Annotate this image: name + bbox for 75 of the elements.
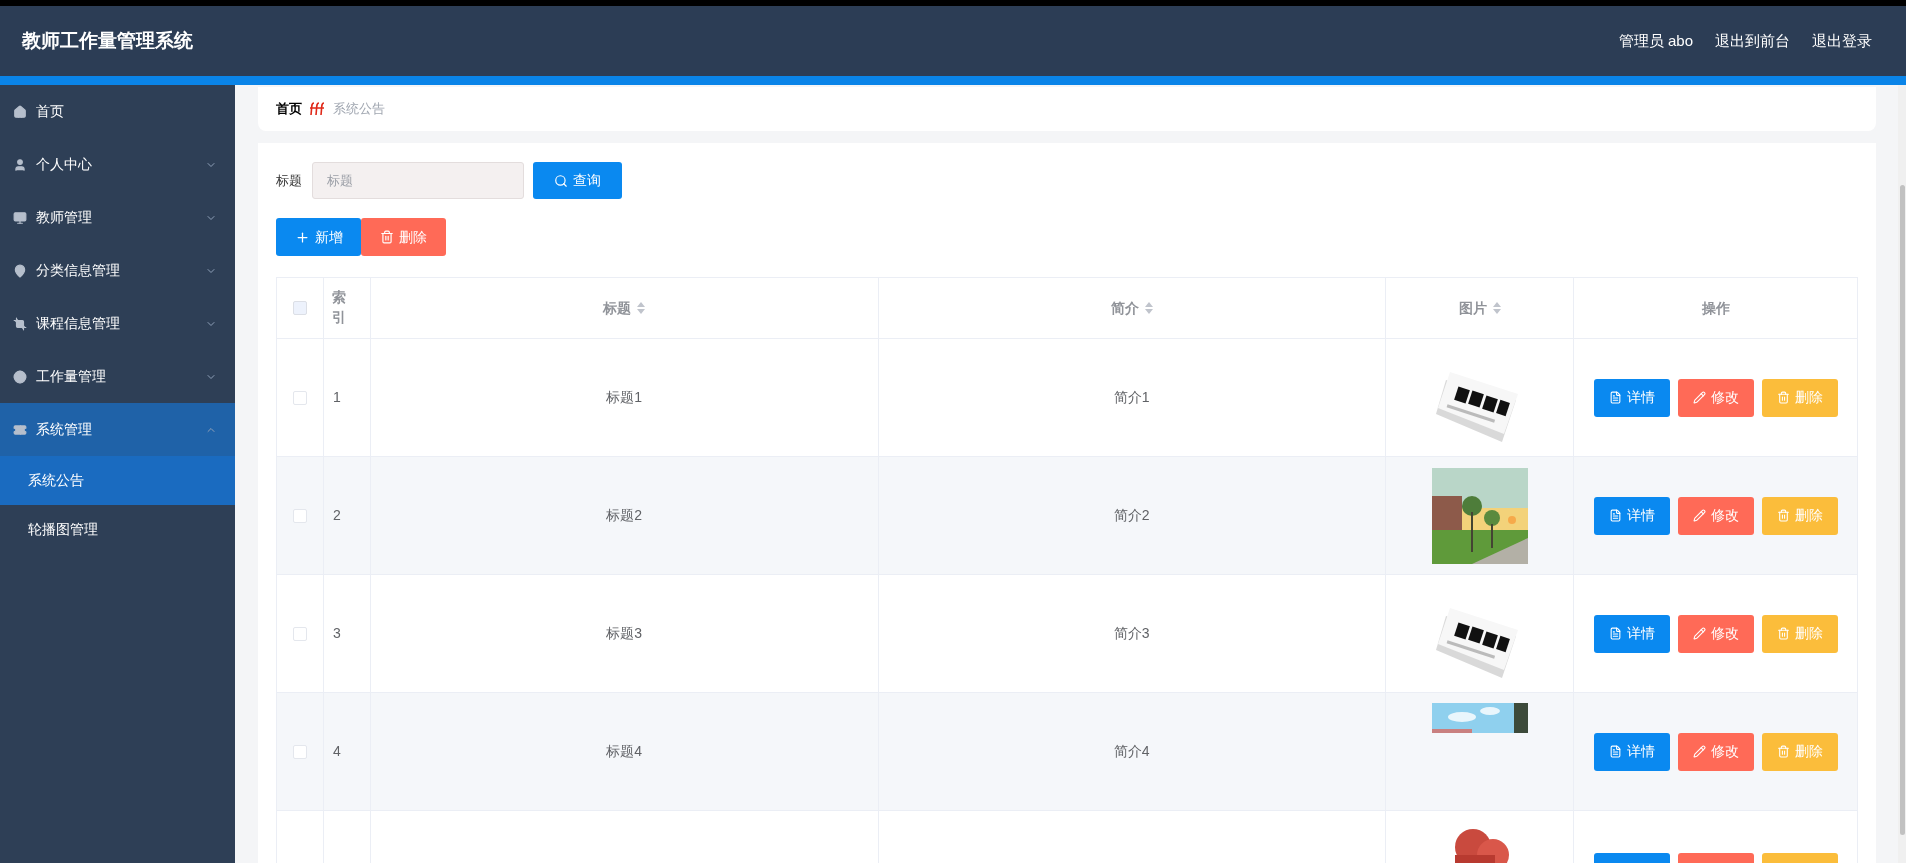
index-cell-text: 4 — [333, 742, 341, 761]
column-header: 操作 — [1701, 298, 1730, 318]
home-icon — [13, 104, 27, 119]
details-button[interactable]: 详情 — [1593, 732, 1670, 771]
trash-icon — [1776, 509, 1790, 522]
document-icon — [1608, 509, 1622, 522]
sidebar-subitem[interactable]: 轮播图管理 — [0, 505, 235, 554]
details-button[interactable]: 详情 — [1593, 378, 1670, 417]
app-title: 教师工作量管理系统 — [22, 28, 193, 53]
intro-cell-text: 简介4 — [1113, 742, 1150, 761]
index-cell-text: 2 — [333, 506, 341, 525]
title-cell-text: 标题2 — [606, 506, 643, 525]
pencil-icon — [1692, 509, 1706, 522]
sidebar-subitem[interactable]: 系统公告 — [0, 456, 235, 505]
header-link[interactable]: 管理员 abo — [1618, 29, 1693, 53]
intro-cell-text: 简介1 — [1113, 388, 1150, 407]
sidebar-item[interactable]: 首页 — [0, 85, 235, 138]
plus-icon — [294, 229, 310, 245]
sidebar-item[interactable]: 教师管理 — [0, 191, 235, 244]
breadcrumb-current: 系统公告 — [333, 100, 385, 119]
pencil-icon — [1692, 391, 1706, 404]
search-label: 标题 — [276, 171, 302, 190]
row-checkbox[interactable] — [293, 508, 307, 523]
sort-icon — [637, 302, 646, 314]
header-link[interactable]: 退出登录 — [1812, 29, 1872, 53]
edit-button[interactable]: 修改 — [1677, 614, 1754, 653]
header-link[interactable]: 退出到前台 — [1715, 29, 1790, 53]
edit-button[interactable]: 修改 — [1677, 378, 1754, 417]
trash-icon — [1776, 391, 1790, 404]
intro-cell-text: 简介3 — [1113, 624, 1150, 643]
pencil-icon — [1692, 745, 1706, 758]
row-checkbox[interactable] — [293, 626, 307, 641]
sidebar-item[interactable]: 课程信息管理 — [0, 297, 235, 350]
index-cell-text: 3 — [333, 624, 341, 643]
sort-icon — [1492, 302, 1501, 314]
sort-icon — [1144, 302, 1153, 314]
column-header[interactable]: 图片 — [1458, 297, 1487, 319]
add-button[interactable]: 新增 — [276, 218, 361, 256]
delete-button[interactable]: 删除 — [361, 218, 446, 256]
trash-icon — [1776, 745, 1790, 758]
ticket-icon — [13, 422, 27, 437]
crop-icon — [13, 316, 27, 331]
select-all-checkbox[interactable] — [293, 301, 307, 315]
details-button[interactable]: 详情 — [1593, 496, 1670, 535]
search-field[interactable]: 标题 — [312, 162, 524, 199]
edit-button[interactable]: 修改 — [1677, 732, 1754, 771]
title-cell-text: 标题1 — [606, 388, 643, 407]
details-button[interactable]: 详情 — [1593, 614, 1670, 653]
document-icon — [1608, 391, 1622, 404]
row-checkbox[interactable] — [293, 390, 307, 405]
pencil-icon — [1692, 627, 1706, 640]
sidebar-item[interactable]: 个人中心 — [0, 138, 235, 191]
document-icon — [1608, 627, 1622, 640]
edit-button[interactable]: 修改 — [1677, 496, 1754, 535]
search-button[interactable]: 查询 — [533, 162, 622, 199]
monitor-icon — [13, 210, 27, 225]
column-header: 索引 — [332, 288, 346, 327]
row-checkbox[interactable] — [293, 744, 307, 759]
index-cell-text: 1 — [333, 388, 341, 407]
user-icon — [13, 157, 27, 172]
pin-icon — [13, 263, 27, 278]
separator-icon — [309, 101, 326, 117]
sidebar-item[interactable]: 系统管理 — [0, 403, 235, 456]
trash-icon — [1776, 627, 1790, 640]
intro-cell-text: 简介2 — [1113, 506, 1150, 525]
column-header[interactable]: 标题 — [603, 297, 632, 319]
trash-icon — [380, 230, 394, 244]
title-cell-text: 标题4 — [606, 742, 643, 761]
title-cell-text: 标题3 — [606, 624, 643, 643]
document-icon — [1608, 745, 1622, 758]
column-header[interactable]: 简介 — [1110, 297, 1139, 319]
breadcrumb-link[interactable]: 首页 — [276, 99, 302, 119]
sidebar-item[interactable]: 分类信息管理 — [0, 244, 235, 297]
sidebar-item[interactable]: 工作量管理 — [0, 350, 235, 403]
search-icon — [554, 173, 568, 188]
